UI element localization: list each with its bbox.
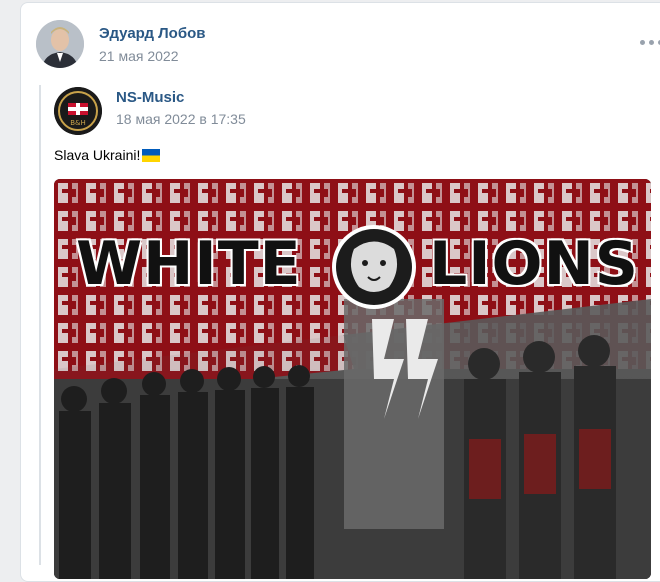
post-text: Slava Ukraini! [54, 147, 161, 163]
post-image[interactable]: WHITE LIONS [54, 179, 651, 579]
repost-date[interactable]: 18 мая 2022 в 17:35 [116, 111, 246, 127]
post-date[interactable]: 21 мая 2022 [99, 48, 179, 64]
more-options-button[interactable] [639, 37, 660, 47]
svg-text:B&H: B&H [70, 119, 86, 127]
more-horizontal-icon [639, 39, 645, 45]
repost-divider [39, 85, 41, 565]
repost-source-name[interactable]: NS-Music [116, 89, 184, 106]
ukraine-flag-icon [142, 148, 161, 162]
repost-source-avatar[interactable]: B&H [54, 87, 102, 135]
author-avatar[interactable] [36, 20, 84, 68]
lion-emblem-icon [332, 225, 416, 309]
image-title-right: LIONS [429, 229, 639, 299]
image-title-left: WHITE [76, 229, 302, 299]
post-card: Эдуард Лобов 21 мая 2022 B&H NS-Music 18… [20, 2, 660, 582]
author-name[interactable]: Эдуард Лобов [99, 25, 205, 42]
post-text-content: Slava Ukraini! [54, 147, 141, 163]
